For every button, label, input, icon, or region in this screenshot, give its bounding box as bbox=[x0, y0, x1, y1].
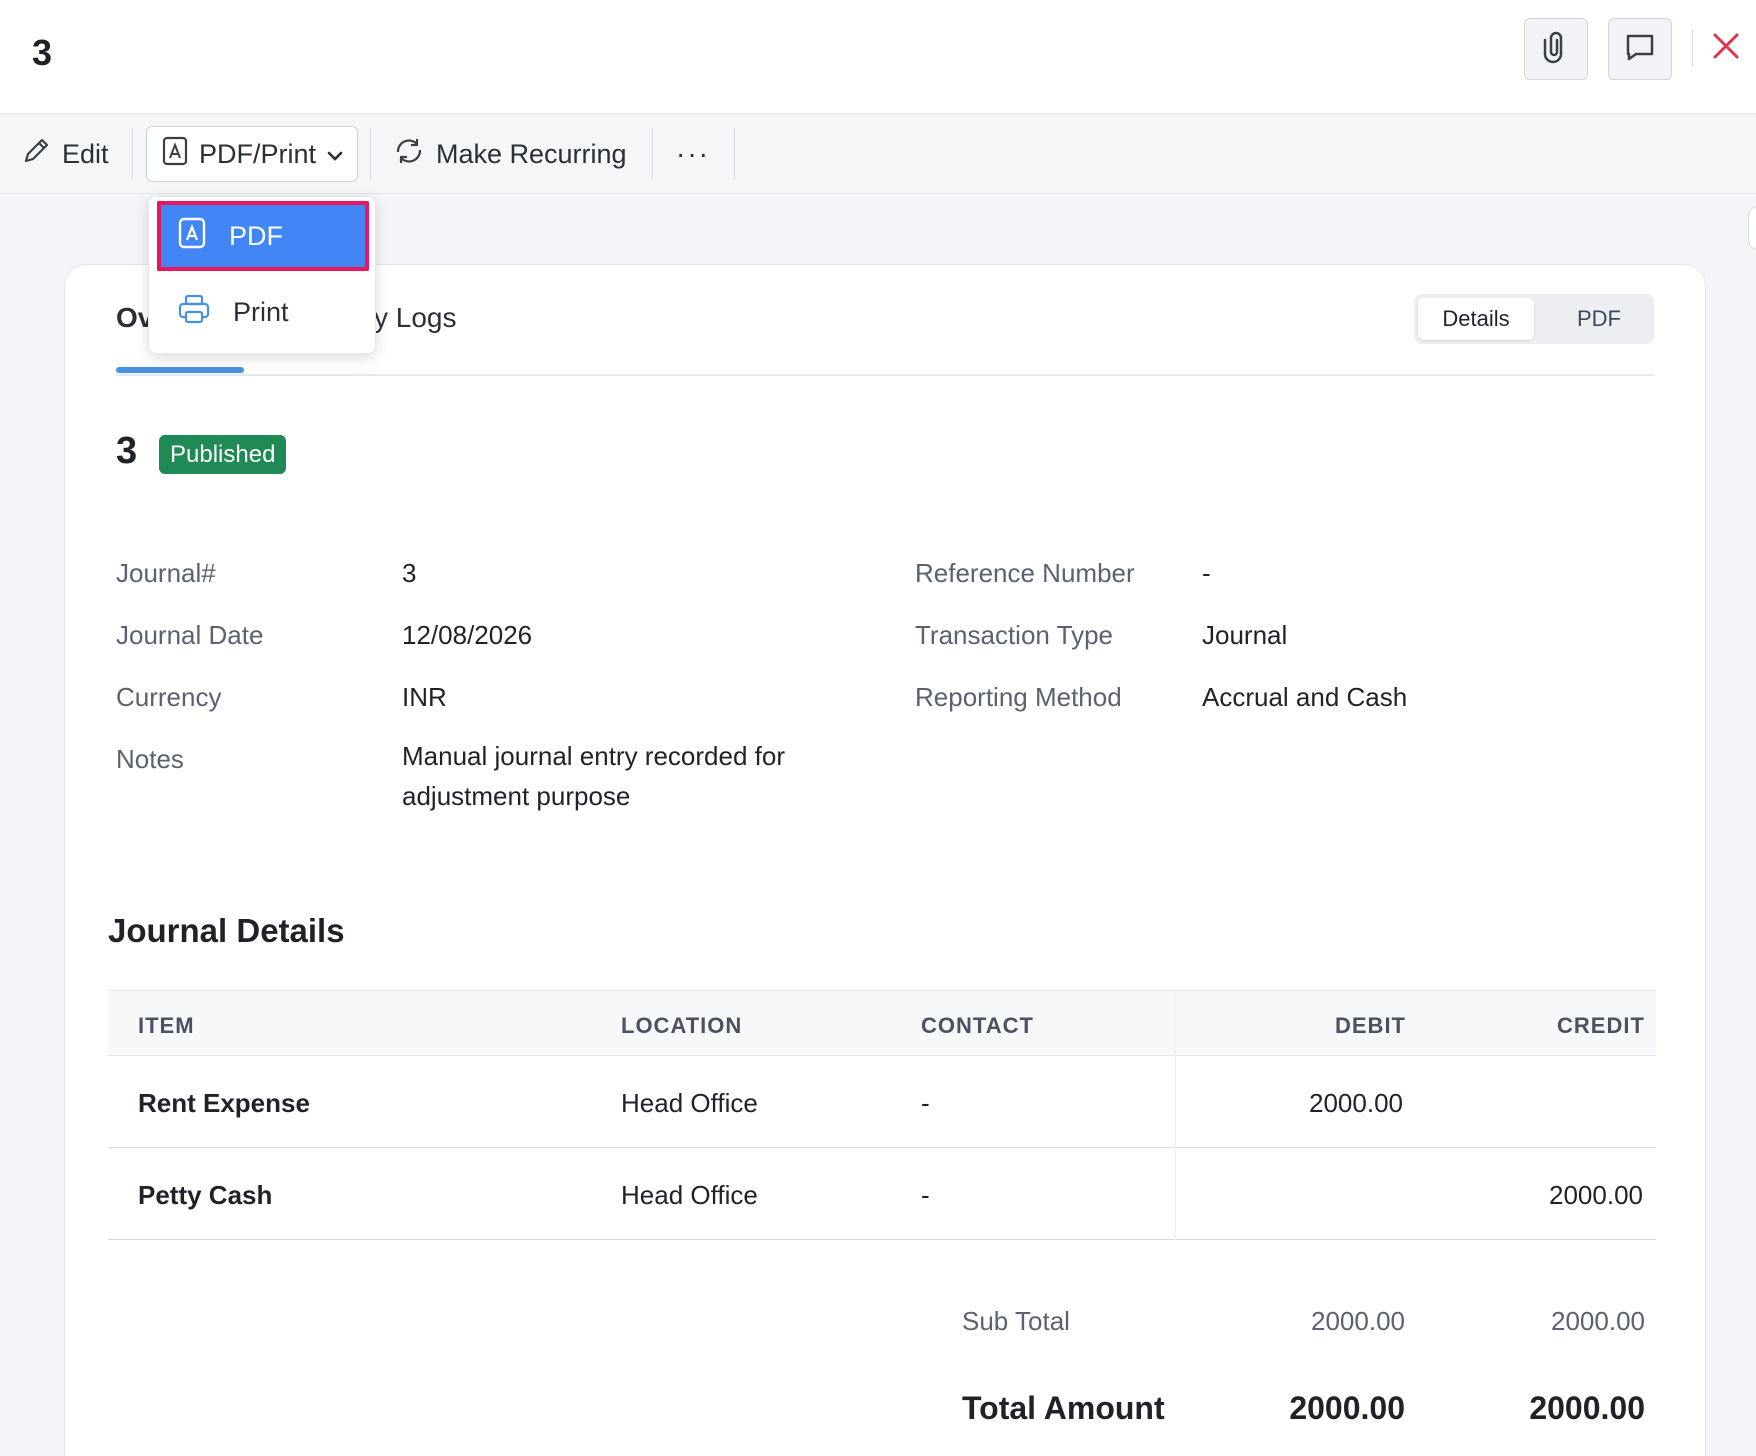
pencil-icon bbox=[20, 135, 52, 174]
subtotal-debit: 2000.00 bbox=[1311, 1306, 1405, 1336]
subtotal-label: Sub Total bbox=[962, 1306, 1070, 1336]
pdf-print-dropdown-button[interactable]: PDF/Print bbox=[146, 126, 358, 182]
page-title: 3 bbox=[32, 32, 53, 73]
journal-number: 3 bbox=[116, 430, 138, 472]
comment-button[interactable] bbox=[1608, 18, 1672, 80]
page-header: 3 bbox=[0, 0, 1756, 114]
status-badge: Published bbox=[159, 435, 287, 474]
toolbar-divider bbox=[132, 128, 133, 180]
toggle-pdf-button[interactable]: PDF bbox=[1554, 298, 1644, 340]
menu-item-print[interactable]: Print bbox=[157, 277, 369, 347]
pdf-icon bbox=[161, 136, 189, 173]
make-recurring-label: Make Recurring bbox=[436, 138, 627, 169]
table-row: Rent Expense Head Office - 2000.00 bbox=[108, 1056, 1656, 1148]
row-location: Head Office bbox=[621, 1088, 758, 1118]
row-contact: - bbox=[921, 1088, 930, 1118]
menu-item-pdf-label: PDF bbox=[229, 220, 283, 251]
more-icon: ··· bbox=[676, 138, 710, 169]
make-recurring-button[interactable]: Make Recurring bbox=[392, 126, 627, 182]
toolbar-divider bbox=[370, 128, 371, 180]
reference-number-value: - bbox=[1202, 558, 1211, 588]
menu-item-print-label: Print bbox=[233, 296, 289, 327]
subtotal-credit: 2000.00 bbox=[1551, 1306, 1645, 1336]
chevron-down-icon bbox=[326, 139, 344, 170]
notes-label: Notes bbox=[116, 744, 184, 774]
pdf-print-label: PDF/Print bbox=[199, 138, 317, 169]
view-toggle: Details PDF bbox=[1414, 294, 1654, 344]
pdf-icon bbox=[177, 217, 207, 256]
column-divider bbox=[1175, 990, 1176, 1240]
printer-icon bbox=[177, 293, 211, 332]
currency-value: INR bbox=[402, 682, 447, 712]
notes-value: Manual journal entry recorded for adjust… bbox=[402, 741, 785, 811]
attach-button[interactable] bbox=[1524, 18, 1588, 80]
total-credit: 2000.00 bbox=[1529, 1390, 1645, 1426]
row-contact: - bbox=[921, 1180, 930, 1210]
row-debit: 2000.00 bbox=[1309, 1088, 1403, 1118]
column-header-location: LOCATION bbox=[621, 1013, 743, 1038]
journal-date-value: 12/08/2026 bbox=[402, 620, 533, 650]
active-tab-indicator bbox=[116, 367, 244, 373]
header-divider bbox=[1692, 30, 1693, 66]
tab-activity-logs[interactable]: y Logs bbox=[374, 302, 474, 334]
toggle-details-button[interactable]: Details bbox=[1418, 298, 1534, 340]
transaction-type-label: Transaction Type bbox=[915, 620, 1113, 650]
column-header-contact: CONTACT bbox=[921, 1013, 1034, 1038]
journal-number-value: 3 bbox=[402, 558, 417, 588]
journal-number-label: Journal# bbox=[116, 558, 216, 588]
pdf-print-dropdown-menu: PDF Print bbox=[148, 196, 376, 354]
toolbar-divider bbox=[652, 128, 653, 180]
more-options-button[interactable]: ··· bbox=[676, 126, 710, 182]
column-header-debit: DEBIT bbox=[1335, 1013, 1406, 1038]
side-panel-toggle[interactable] bbox=[1748, 206, 1756, 250]
column-header-item: ITEM bbox=[138, 1013, 195, 1038]
close-button[interactable] bbox=[1706, 28, 1746, 68]
journal-details-title: Journal Details bbox=[108, 912, 345, 949]
journal-date-label: Journal Date bbox=[116, 620, 264, 650]
paperclip-icon bbox=[1541, 30, 1571, 69]
recurring-icon bbox=[392, 135, 426, 174]
row-item: Rent Expense bbox=[138, 1088, 310, 1118]
row-item: Petty Cash bbox=[138, 1180, 273, 1210]
comment-icon bbox=[1624, 32, 1656, 67]
close-icon bbox=[1711, 31, 1741, 66]
currency-label: Currency bbox=[116, 682, 222, 712]
total-amount-label: Total Amount bbox=[962, 1390, 1165, 1426]
tab-overview[interactable]: Ov bbox=[116, 302, 148, 334]
journal-card bbox=[64, 264, 1706, 1456]
menu-item-pdf[interactable]: PDF bbox=[157, 201, 369, 271]
reporting-method-label: Reporting Method bbox=[915, 682, 1122, 712]
edit-button[interactable]: Edit bbox=[20, 126, 109, 182]
row-location: Head Office bbox=[621, 1180, 758, 1210]
reporting-method-value: Accrual and Cash bbox=[1202, 682, 1408, 712]
table-row: Petty Cash Head Office - 2000.00 bbox=[108, 1148, 1656, 1240]
row-credit: 2000.00 bbox=[1549, 1180, 1643, 1210]
reference-number-label: Reference Number bbox=[915, 558, 1135, 588]
edit-label: Edit bbox=[62, 138, 109, 169]
total-debit: 2000.00 bbox=[1289, 1390, 1405, 1426]
toolbar-divider bbox=[734, 128, 735, 180]
tabs-underline bbox=[116, 374, 1654, 376]
column-header-credit: CREDIT bbox=[1557, 1013, 1645, 1038]
transaction-type-value: Journal bbox=[1202, 620, 1288, 650]
action-toolbar: Edit PDF/Print Make Recurring ··· bbox=[0, 114, 1756, 194]
table-header: ITEM LOCATION CONTACT DEBIT CREDIT bbox=[108, 990, 1656, 1056]
